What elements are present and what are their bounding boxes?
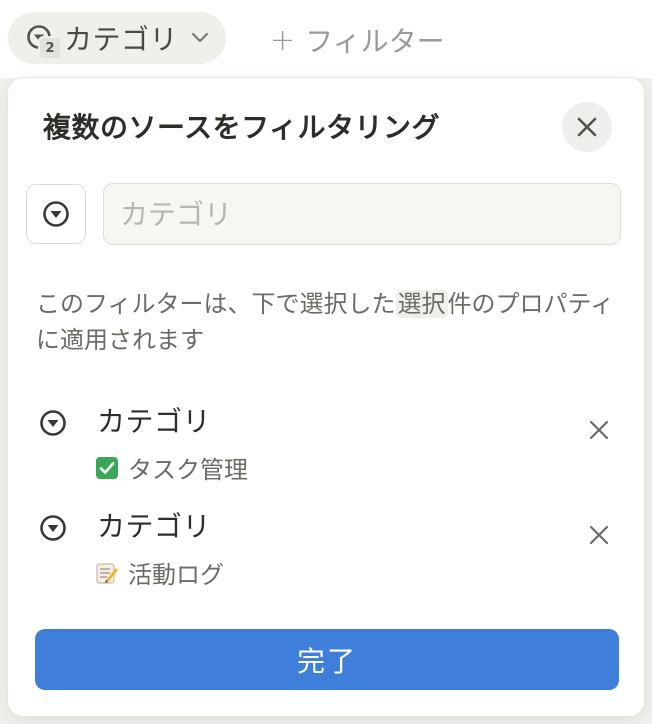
description-text: このフィルターは、下で選択した選択件のプロパティに適用されます: [36, 286, 626, 358]
done-button[interactable]: 完了: [35, 629, 619, 690]
select-property-icon: [38, 408, 68, 442]
property-type-button[interactable]: [26, 184, 86, 244]
source-database: タスク管理: [96, 450, 248, 485]
select-property-icon: 2: [24, 22, 62, 60]
close-button[interactable]: [562, 102, 612, 152]
plus-icon: +: [270, 22, 296, 58]
multi-source-filter-popover: 複数のソースをフィルタリング このフィルターは、下で選択した選択件のプロパティに…: [7, 77, 645, 717]
close-icon: [577, 117, 597, 137]
description-before: このフィルターは、下で選択した: [36, 290, 396, 318]
close-icon: [589, 525, 609, 545]
remove-source-button[interactable]: [583, 414, 615, 446]
close-icon: [589, 420, 609, 440]
memo-icon: [96, 562, 118, 584]
source-item: カテゴリ タスク管理: [38, 398, 628, 484]
filter-name-input[interactable]: [103, 183, 621, 245]
select-property-icon: [43, 201, 69, 227]
source-database-name: 活動ログ: [128, 561, 224, 589]
filter-bar: 2 カテゴリ + フィルター: [0, 0, 652, 78]
remove-source-button[interactable]: [583, 519, 615, 551]
add-filter-button[interactable]: + フィルター: [270, 20, 445, 60]
check-box-icon: [96, 456, 118, 479]
source-property-name: カテゴリ: [97, 405, 212, 438]
popover-title: 複数のソースをフィルタリング: [43, 111, 441, 144]
source-property-name: カテゴリ: [97, 510, 212, 543]
add-filter-label: フィルター: [305, 25, 445, 58]
filter-count-badge: 2: [38, 36, 62, 60]
source-database: 活動ログ: [96, 555, 224, 590]
chevron-down-icon: [190, 31, 210, 45]
source-item: カテゴリ 活動ログ: [38, 503, 628, 589]
category-filter-chip[interactable]: 2 カテゴリ: [8, 12, 227, 64]
chip-label: カテゴリ: [64, 23, 179, 56]
select-property-icon: [38, 513, 68, 547]
source-database-name: タスク管理: [128, 456, 248, 484]
selection-count: 選択: [395, 290, 448, 318]
